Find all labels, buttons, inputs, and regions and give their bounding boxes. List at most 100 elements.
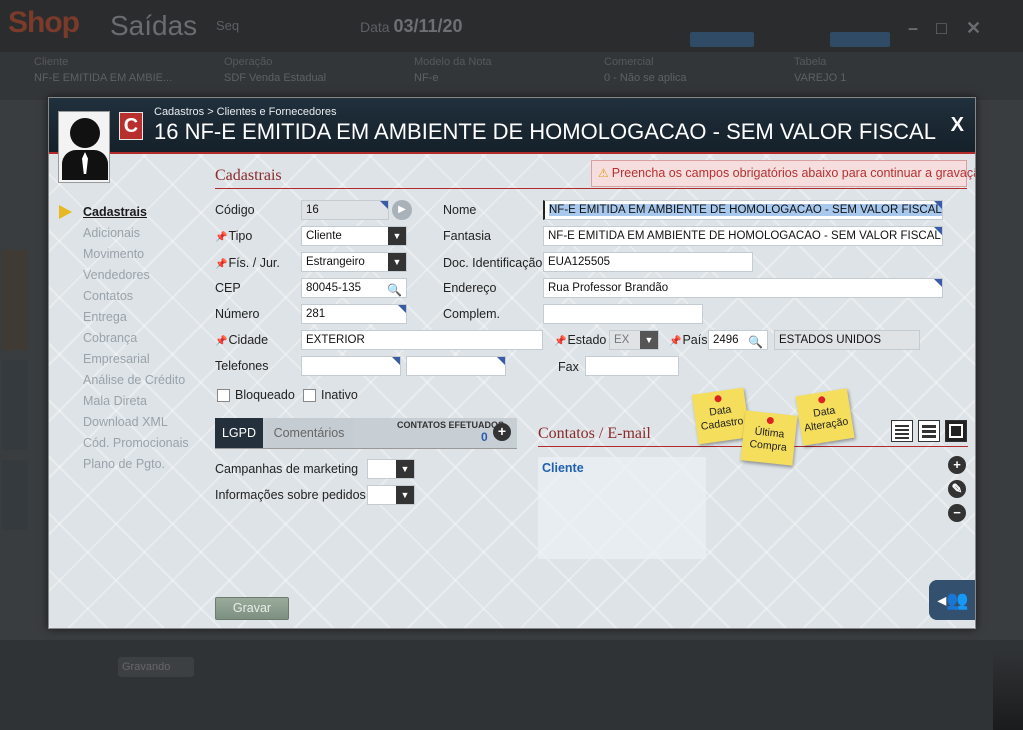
pin-dot-icon	[817, 395, 826, 404]
nome-label: Nome	[443, 203, 477, 217]
close-button[interactable]: X	[951, 114, 964, 137]
pin-icon: 📌	[554, 336, 567, 347]
background-toolbar: Shop Saídas Seq Data 03/11/20 – □ ✕	[0, 0, 1023, 52]
card-view-icon[interactable]	[945, 420, 967, 442]
fantasia-label: Fantasia	[443, 229, 491, 243]
remove-icon[interactable]: −	[948, 504, 966, 522]
record-title: 16 NF-E EMITIDA EM AMBIENTE DE HOMOLOGAC…	[154, 119, 936, 144]
edit-icon[interactable]: ✎	[948, 480, 966, 498]
doc-identificacao-field[interactable]: EUA125505	[543, 252, 753, 272]
bg-field-label: Tabela	[794, 56, 827, 68]
background-seq-label: Seq	[216, 18, 240, 33]
add-icon[interactable]: +	[948, 456, 966, 474]
bg-field-label: Modelo da Nota	[414, 56, 492, 68]
inativo-checkbox[interactable]	[303, 389, 316, 402]
nav-item-contatos[interactable]: Contatos	[61, 286, 211, 307]
telefone-1-field[interactable]	[301, 356, 401, 376]
nome-field[interactable]: NF-E EMITIDA EM AMBIENTE DE HOMOLOGACAO …	[543, 200, 943, 220]
telefones-label: Telefones	[215, 359, 269, 373]
customer-dialog: C Cadastros > Clientes e Fornecedores 16…	[48, 97, 976, 629]
people-icon[interactable]: ◂👥	[929, 580, 975, 620]
fax-label: Fax	[558, 360, 579, 374]
endereco-label: Endereço	[443, 281, 497, 295]
pais-code-field[interactable]: 2496 🔍	[708, 330, 768, 350]
contact-category-cliente[interactable]: Cliente	[542, 461, 584, 475]
tab-comentarios[interactable]: Comentários	[265, 418, 353, 448]
endereco-field[interactable]: Rua Professor Brandão	[543, 278, 943, 298]
bg-field-value: SDF Venda Estadual	[224, 72, 327, 84]
bloqueado-label: Bloqueado	[235, 388, 295, 402]
background-fields: Cliente NF-E EMITIDA EM AMBIE... Operaçã…	[0, 52, 1023, 100]
pais-name-field: ESTADOS UNIDOS	[774, 330, 920, 350]
next-code-icon[interactable]: ▶	[392, 200, 412, 220]
nav-item-plano-pgto[interactable]: Plano de Pgto.	[61, 454, 211, 475]
bg-field-value: NF-e	[414, 72, 439, 84]
search-icon: 🔍	[387, 283, 402, 297]
fis-jur-select[interactable]: Estrangeiro ▼	[301, 252, 407, 272]
bg-field-label: Comercial	[604, 56, 654, 68]
avatar[interactable]	[58, 111, 110, 183]
minimize-icon: –	[908, 18, 919, 38]
codigo-field[interactable]: 16	[301, 200, 389, 220]
tab-lgpd[interactable]: LGPD	[215, 418, 263, 448]
bg-tab-devolucao	[2, 360, 28, 450]
cidade-label: 📌Cidade	[215, 333, 269, 347]
nav-item-adicionais[interactable]: Adicionais	[61, 223, 211, 244]
nav-item-vendedores[interactable]: Vendedores	[61, 265, 211, 286]
informacoes-label: Informações sobre pedidos	[215, 488, 366, 502]
search-icon: 🔍	[748, 335, 763, 349]
nav-item-cod-promocionais[interactable]: Cód. Promocionais	[61, 433, 211, 454]
nav-item-download-xml[interactable]: Download XML	[61, 412, 211, 433]
bg-field-label: Operação	[224, 56, 273, 68]
contatos-email-title: Contatos / E-mail	[538, 425, 651, 442]
cidade-field[interactable]: EXTERIOR	[301, 330, 543, 350]
numero-label: Número	[215, 307, 260, 321]
contatos-efetuados-label: CONTATOS EFETUADOS	[397, 420, 505, 430]
lgpd-divider	[215, 448, 517, 449]
campanhas-label: Campanhas de marketing	[215, 462, 359, 476]
list-view-icon[interactable]	[891, 420, 913, 442]
nav-item-cobranca[interactable]: Cobrança	[61, 328, 211, 349]
complemento-field[interactable]	[543, 304, 703, 324]
note-ultima-compra[interactable]: Última Compra	[740, 410, 798, 466]
bg-field-value: NF-E EMITIDA EM AMBIE...	[34, 72, 173, 84]
doc-identificacao-label: Doc. Identificação	[443, 256, 543, 270]
maximize-icon: □	[936, 18, 947, 38]
nav-item-movimento[interactable]: Movimento	[61, 244, 211, 265]
chevron-down-icon: ▼	[396, 460, 414, 478]
contatos-efetuados-count: 0	[481, 430, 488, 444]
detail-view-icon[interactable]	[918, 420, 940, 442]
estado-select[interactable]: EX ▼	[609, 330, 659, 350]
tipo-select[interactable]: Cliente ▼	[301, 226, 407, 246]
side-nav: Cadastrais Adicionais Movimento Vendedor…	[59, 202, 211, 475]
nav-item-entrega[interactable]: Entrega	[61, 307, 211, 328]
note-data-cadastro[interactable]: Data Cadastro	[691, 387, 751, 445]
tipo-label: 📌Tipo	[215, 229, 253, 243]
bg-field-value: VAREJO 1	[794, 72, 847, 84]
pin-dot-icon	[766, 416, 775, 425]
fantasia-field[interactable]: NF-E EMITIDA EM AMBIENTE DE HOMOLOGACAO …	[543, 226, 943, 246]
cep-field[interactable]: 80045-135 🔍	[301, 278, 407, 298]
cep-label: CEP	[215, 281, 241, 295]
nav-item-analise-credito[interactable]: Análise de Crédito	[61, 370, 211, 391]
dialog-header: C Cadastros > Clientes e Fornecedores 16…	[49, 98, 975, 154]
save-button[interactable]: Gravar	[215, 597, 289, 620]
informacoes-select[interactable]: ▼	[367, 485, 415, 505]
campanhas-select[interactable]: ▼	[367, 459, 415, 479]
numero-field[interactable]: 281	[301, 304, 407, 324]
telefone-2-field[interactable]	[406, 356, 506, 376]
complemento-label: Complem.	[443, 307, 500, 321]
add-contact-icon[interactable]: +	[493, 423, 511, 441]
pin-icon: 📌	[215, 336, 228, 347]
note-data-alteracao[interactable]: Data Alteração	[795, 388, 855, 446]
background-button-1	[690, 32, 754, 47]
bloqueado-checkbox[interactable]	[217, 389, 230, 402]
estado-label: 📌Estado	[554, 333, 607, 347]
section-title-cadastrais: Cadastrais	[215, 167, 282, 184]
warning-icon: ⚠	[598, 166, 609, 180]
background-corner	[993, 650, 1023, 730]
fax-field[interactable]	[585, 356, 679, 376]
nav-item-cadastrais[interactable]: Cadastrais	[61, 202, 211, 223]
nav-item-mala-direta[interactable]: Mala Direta	[61, 391, 211, 412]
nav-item-empresarial[interactable]: Empresarial	[61, 349, 211, 370]
